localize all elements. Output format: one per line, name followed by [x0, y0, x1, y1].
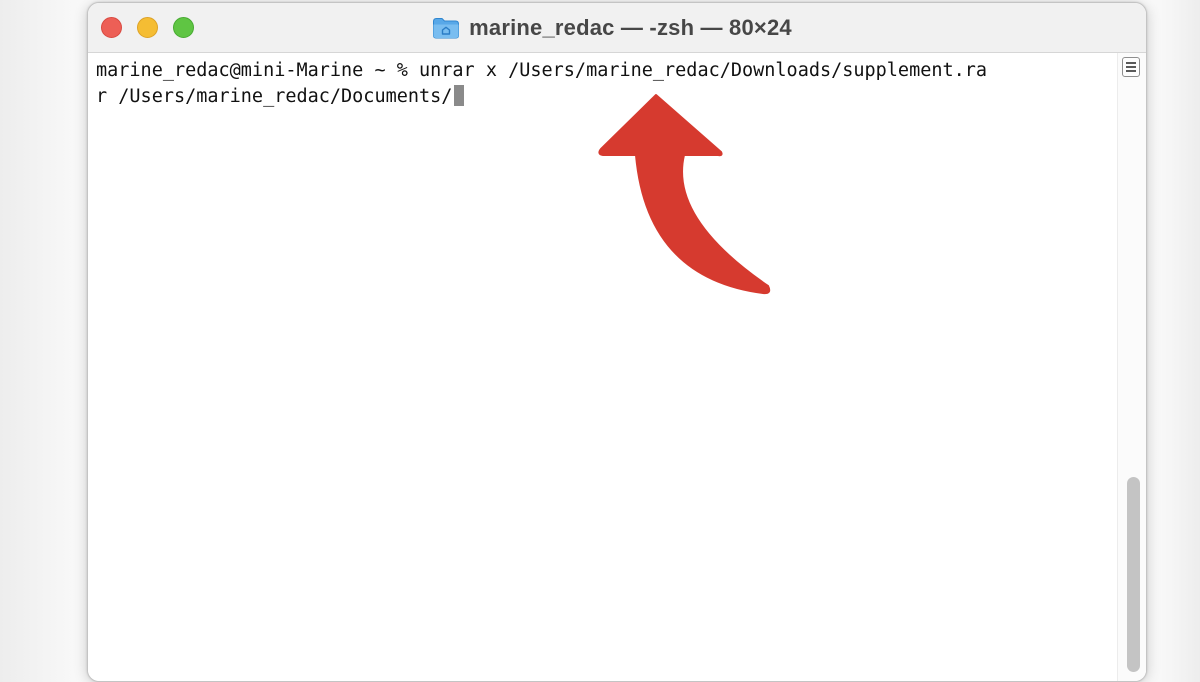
scrollbar-thumb[interactable] — [1127, 477, 1140, 672]
terminal-line-1: marine_redac@mini-Marine ~ % unrar x /Us… — [96, 60, 988, 81]
folder-icon — [432, 16, 460, 40]
window-title: marine_redac — -zsh — 80×24 — [469, 15, 792, 40]
arrow-shape — [598, 94, 771, 295]
title-bar[interactable]: marine_redac — -zsh — 80×24 — [88, 3, 1146, 53]
curved-arrow-annotation — [598, 94, 771, 295]
marks-menu-icon[interactable] — [1122, 57, 1140, 77]
terminal-line-2-text: r /Users/marine_redac/Documents/ — [96, 86, 453, 107]
title-container: marine_redac — -zsh — 80×24 — [88, 3, 1146, 53]
scrollbar-track[interactable] — [1117, 53, 1146, 681]
text-cursor — [454, 85, 465, 106]
terminal-line-2: r /Users/marine_redac/Documents/ — [96, 84, 465, 110]
